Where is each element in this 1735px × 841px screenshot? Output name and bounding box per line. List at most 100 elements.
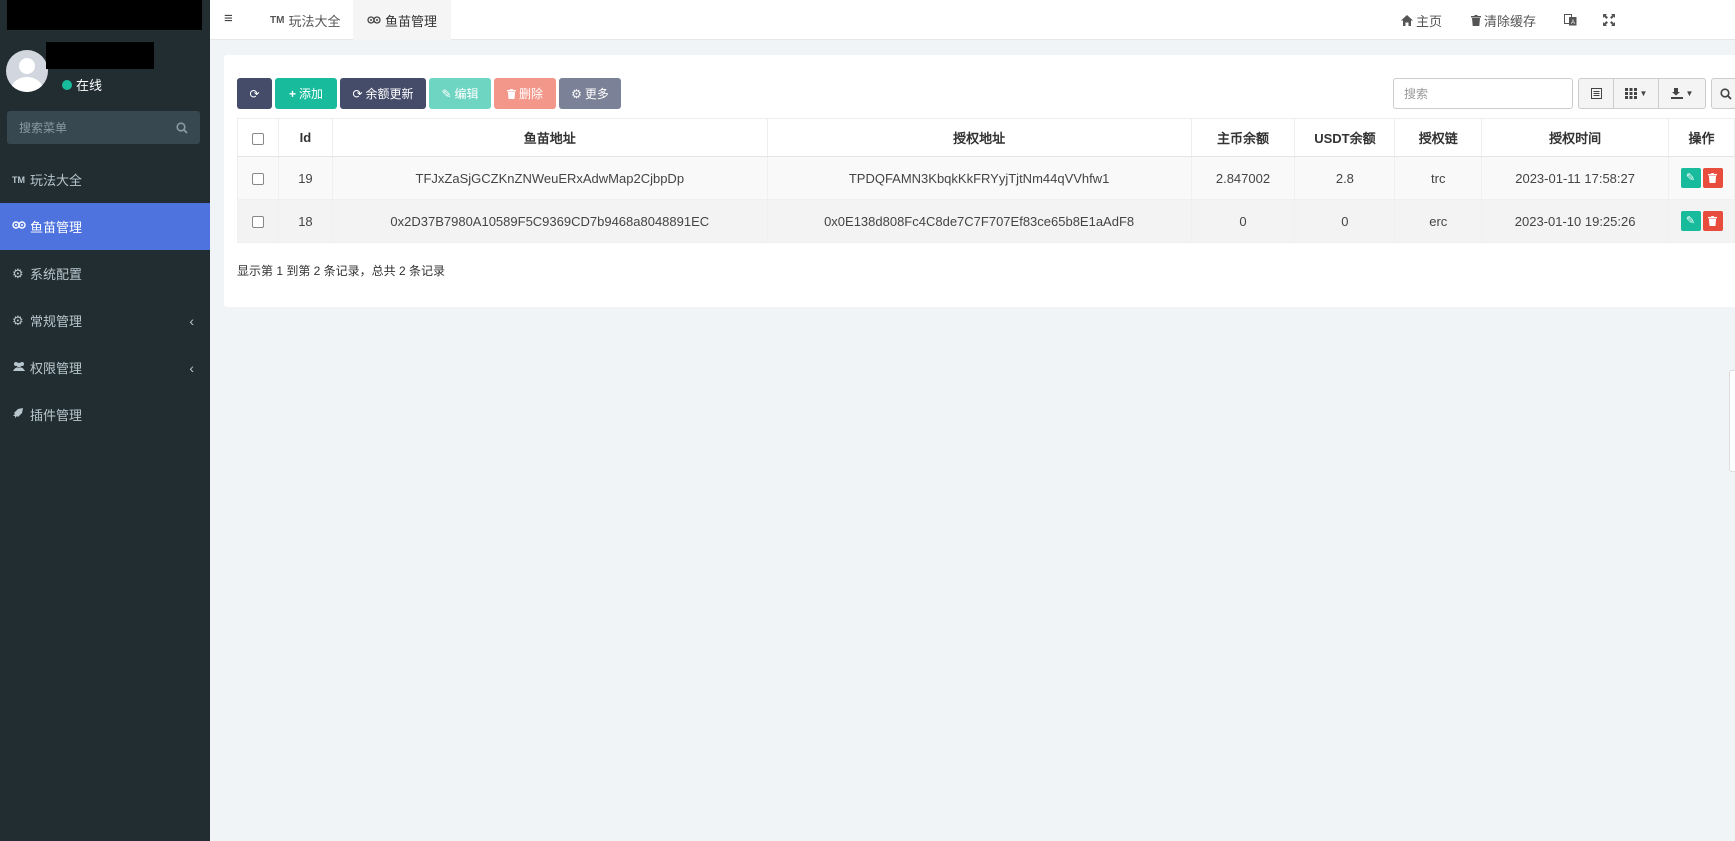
row-checkbox[interactable]: [251, 216, 264, 229]
row-delete-button[interactable]: [1702, 168, 1723, 188]
row-delete-button[interactable]: [1702, 211, 1723, 231]
home-link[interactable]: 主页: [1401, 0, 1442, 40]
cell-auth-time: 2023-01-10 19:25:26: [1481, 199, 1669, 243]
cell-id: 19: [277, 156, 333, 200]
plus-icon: +: [288, 86, 296, 101]
cell-actions: ✎: [1668, 199, 1735, 243]
sidebar-item-plugins[interactable]: 插件管理: [0, 391, 210, 438]
avatar[interactable]: [6, 50, 48, 92]
pencil-icon: ✎: [1685, 215, 1696, 227]
sidebar-item-general[interactable]: ⚙ 常规管理 ‹: [0, 297, 210, 344]
select-all-checkbox[interactable]: [251, 132, 264, 145]
refresh-icon: ⟳: [352, 86, 363, 101]
users-icon: [12, 361, 30, 375]
sidebar-search-placeholder: 搜索菜单: [19, 121, 68, 135]
cogs-icon: ⚙: [12, 312, 24, 328]
chevron-left-icon: ‹: [189, 360, 194, 376]
tab-label: 鱼苗管理: [385, 13, 438, 29]
col-header-actions: 操作: [1668, 118, 1735, 157]
search-field[interactable]: [1404, 86, 1562, 101]
refresh-icon: ⟳: [249, 86, 260, 101]
advanced-search-button[interactable]: [1711, 78, 1735, 109]
tab-yumiao[interactable]: 鱼苗管理: [353, 0, 452, 40]
cell-fish-address: TFJxZaSjGCZKnZNWeuERxAdwMap2CjbpDp: [331, 156, 768, 200]
download-icon: [1670, 88, 1683, 99]
sidebar-item-label: 权限管理: [30, 361, 83, 376]
sidebar-item-label: 插件管理: [30, 408, 83, 423]
select-all-cell: [237, 118, 279, 157]
sidebar-menu: TM 玩法大全 鱼苗管理 ⚙ 系统配置 ⚙ 常规管理 ‹ 权限管理 ‹ 插件管理: [0, 156, 210, 438]
grid-icon: [1624, 88, 1637, 99]
cell-chain: trc: [1394, 156, 1483, 200]
chevron-left-icon: ‹: [189, 313, 194, 329]
sidebar: 在线 搜索菜单 TM 玩法大全 鱼苗管理 ⚙ 系统配置 ⚙ 常规管理 ‹ 权限管…: [0, 0, 210, 841]
sidebar-item-yumiao[interactable]: 鱼苗管理: [0, 203, 210, 250]
col-header-fish-address[interactable]: 鱼苗地址: [331, 118, 768, 157]
row-checkbox[interactable]: [251, 173, 264, 186]
row-edit-button[interactable]: ✎: [1680, 168, 1701, 188]
tm-icon: TM: [12, 174, 25, 185]
refresh-button[interactable]: ⟳: [237, 78, 272, 109]
tripadvisor-icon: [12, 220, 30, 233]
fullscreen-icon[interactable]: [1603, 0, 1615, 40]
pencil-icon: ✎: [1685, 172, 1696, 184]
table-row[interactable]: 18 0x2D37B7980A10589F5C9369CD7b9468a8048…: [237, 199, 1735, 243]
pencil-icon: ✎: [441, 86, 452, 101]
table-search-input[interactable]: [1393, 78, 1573, 109]
trash-icon: [1471, 14, 1481, 26]
trash-icon: [1708, 216, 1717, 227]
add-label: 添加: [299, 87, 324, 101]
delete-label: 删除: [518, 87, 543, 101]
trash-icon: [1708, 173, 1717, 184]
sidebar-item-label: 玩法大全: [30, 173, 83, 188]
add-button[interactable]: + 添加: [275, 78, 337, 109]
table-header-row: Id 鱼苗地址 授权地址 主币余额 USDT余额 授权链 授权时间 操作: [237, 118, 1735, 157]
col-header-chain[interactable]: 授权链: [1394, 118, 1483, 157]
cell-auth-address: 0x0E138d808Fc4C8de7C7F707Ef83ce65b8E1aAd…: [766, 199, 1192, 243]
username-redacted: [46, 42, 154, 69]
sidebar-item-system-config[interactable]: ⚙ 系统配置: [0, 250, 210, 297]
col-header-main-balance[interactable]: 主币余额: [1190, 118, 1296, 157]
sidebar-item-label: 鱼苗管理: [30, 220, 83, 235]
pagination-info: 显示第 1 到第 2 条记录，总共 2 条记录: [237, 264, 446, 278]
search-icon: [1720, 87, 1732, 100]
gear-icon: ⚙: [571, 86, 582, 101]
export-button[interactable]: ▼: [1658, 78, 1706, 109]
online-status: 在线: [62, 75, 102, 94]
col-header-id[interactable]: Id: [277, 118, 333, 157]
balance-update-button[interactable]: ⟳ 余额更新: [340, 78, 426, 109]
table-row[interactable]: 19 TFJxZaSjGCZKnZNWeuERxAdwMap2CjbpDp TP…: [237, 156, 1735, 200]
hamburger-menu-icon[interactable]: ≡: [224, 10, 233, 27]
cell-usdt-balance: 2.8: [1294, 156, 1396, 200]
col-header-auth-time[interactable]: 授权时间: [1481, 118, 1669, 157]
toggle-view-button[interactable]: [1578, 78, 1614, 109]
cell-usdt-balance: 0: [1294, 199, 1396, 243]
online-dot-icon: [62, 79, 72, 90]
columns-button[interactable]: ▼: [1613, 78, 1659, 109]
translate-icon[interactable]: A: [1564, 0, 1577, 40]
home-label: 主页: [1416, 13, 1443, 29]
search-icon[interactable]: [176, 121, 188, 134]
sidebar-item-auth[interactable]: 权限管理 ‹: [0, 344, 210, 391]
sidebar-search-input[interactable]: 搜索菜单: [7, 111, 200, 144]
sidebar-item-wanfa[interactable]: TM 玩法大全: [0, 156, 210, 203]
edit-button[interactable]: ✎ 编辑: [429, 78, 491, 109]
balance-update-label: 余额更新: [365, 87, 414, 101]
sidebar-item-label: 系统配置: [30, 267, 83, 282]
clear-cache-link[interactable]: 清除缓存: [1471, 0, 1536, 40]
rocket-icon: [12, 407, 30, 422]
cell-fish-address: 0x2D37B7980A10589F5C9369CD7b9468a8048891…: [331, 199, 768, 243]
row-select-cell: [237, 199, 279, 243]
col-header-usdt-balance[interactable]: USDT余额: [1294, 118, 1396, 157]
tab-wanfa[interactable]: TM 玩法大全: [256, 0, 354, 40]
side-drawer-tab[interactable]: [1729, 370, 1735, 472]
cell-id: 18: [277, 199, 333, 243]
data-table: Id 鱼苗地址 授权地址 主币余额 USDT余额 授权链 授权时间 操作 19 …: [237, 118, 1735, 243]
col-header-auth-address[interactable]: 授权地址: [766, 118, 1192, 157]
caret-down-icon: ▼: [1639, 89, 1648, 98]
row-edit-button[interactable]: ✎: [1680, 211, 1701, 231]
tm-icon: TM: [270, 14, 285, 26]
delete-button[interactable]: 删除: [494, 78, 556, 109]
more-button[interactable]: ⚙ 更多: [559, 78, 621, 109]
avatar-head: [19, 58, 35, 74]
